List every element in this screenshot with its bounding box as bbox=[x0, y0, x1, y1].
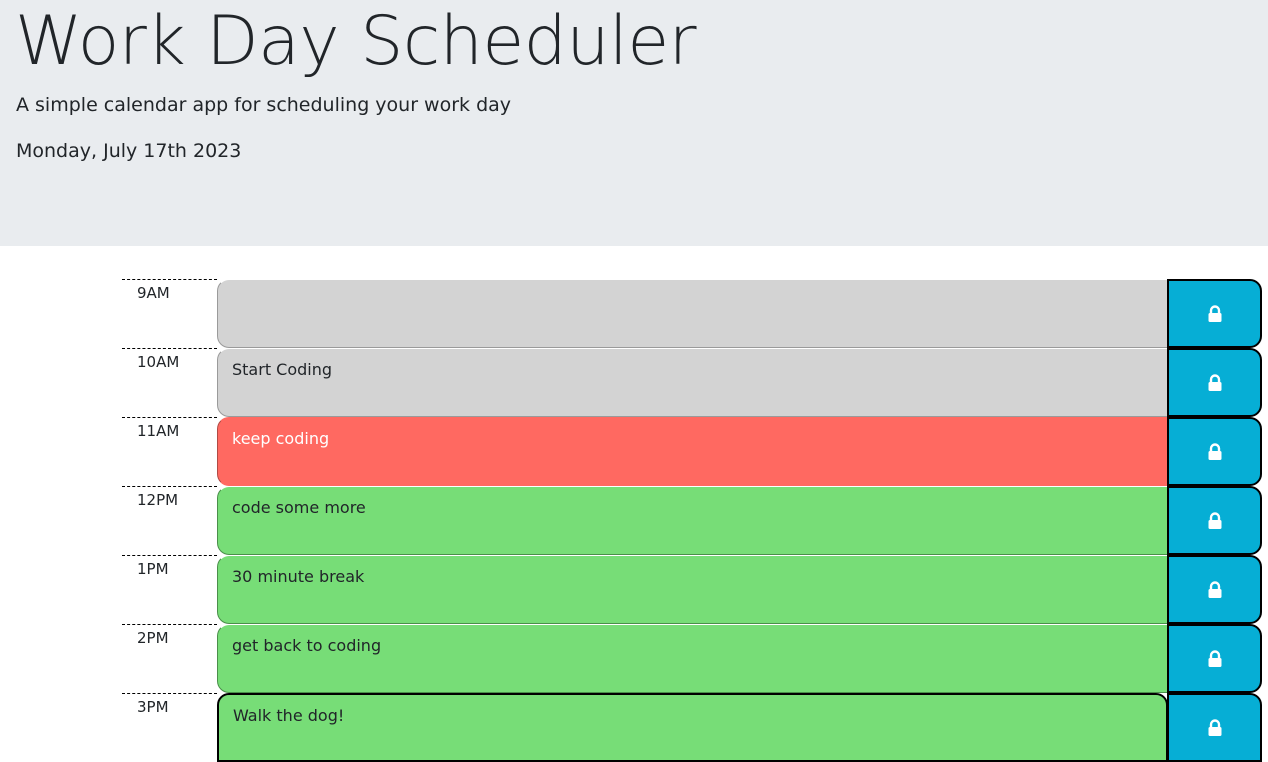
hour-label: 10AM bbox=[122, 348, 217, 417]
lock-icon bbox=[1208, 442, 1221, 460]
hour-label: 9AM bbox=[122, 279, 217, 348]
current-day: Monday, July 17th 2023 bbox=[16, 140, 242, 162]
header: Work Day Scheduler A simple calendar app… bbox=[0, 0, 1268, 246]
lock-icon bbox=[1208, 649, 1221, 667]
lock-icon bbox=[1208, 718, 1221, 736]
time-block-10am: 10AM bbox=[122, 348, 1262, 417]
lock-icon bbox=[1208, 373, 1221, 391]
save-button[interactable] bbox=[1167, 624, 1262, 693]
hour-label: 2PM bbox=[122, 624, 217, 693]
lock-icon bbox=[1208, 580, 1221, 598]
hour-label: 12PM bbox=[122, 486, 217, 555]
description-input[interactable] bbox=[217, 486, 1168, 555]
save-button[interactable] bbox=[1167, 555, 1262, 624]
description-input[interactable] bbox=[217, 417, 1168, 486]
save-button[interactable] bbox=[1167, 279, 1262, 348]
lock-icon bbox=[1208, 511, 1221, 529]
description-input[interactable] bbox=[217, 624, 1168, 693]
time-block-1pm: 1PM bbox=[122, 555, 1262, 624]
save-button[interactable] bbox=[1167, 693, 1262, 762]
description-input[interactable] bbox=[217, 693, 1168, 762]
hour-label: 3PM bbox=[122, 693, 217, 762]
time-block-11am: 11AM bbox=[122, 417, 1262, 486]
save-button[interactable] bbox=[1167, 417, 1262, 486]
description-input[interactable] bbox=[217, 279, 1168, 348]
save-button[interactable] bbox=[1167, 348, 1262, 417]
time-block-2pm: 2PM bbox=[122, 624, 1262, 693]
app-subtitle: A simple calendar app for scheduling you… bbox=[16, 94, 512, 116]
time-block-12pm: 12PM bbox=[122, 486, 1262, 555]
time-block-9am: 9AM bbox=[122, 279, 1262, 348]
description-input[interactable] bbox=[217, 348, 1168, 417]
time-block-3pm: 3PM bbox=[122, 693, 1262, 762]
hour-label: 1PM bbox=[122, 555, 217, 624]
lock-icon bbox=[1208, 304, 1221, 322]
description-input[interactable] bbox=[217, 555, 1168, 624]
save-button[interactable] bbox=[1167, 486, 1262, 555]
app-title: Work Day Scheduler bbox=[15, 2, 697, 81]
hour-label: 11AM bbox=[122, 417, 217, 486]
